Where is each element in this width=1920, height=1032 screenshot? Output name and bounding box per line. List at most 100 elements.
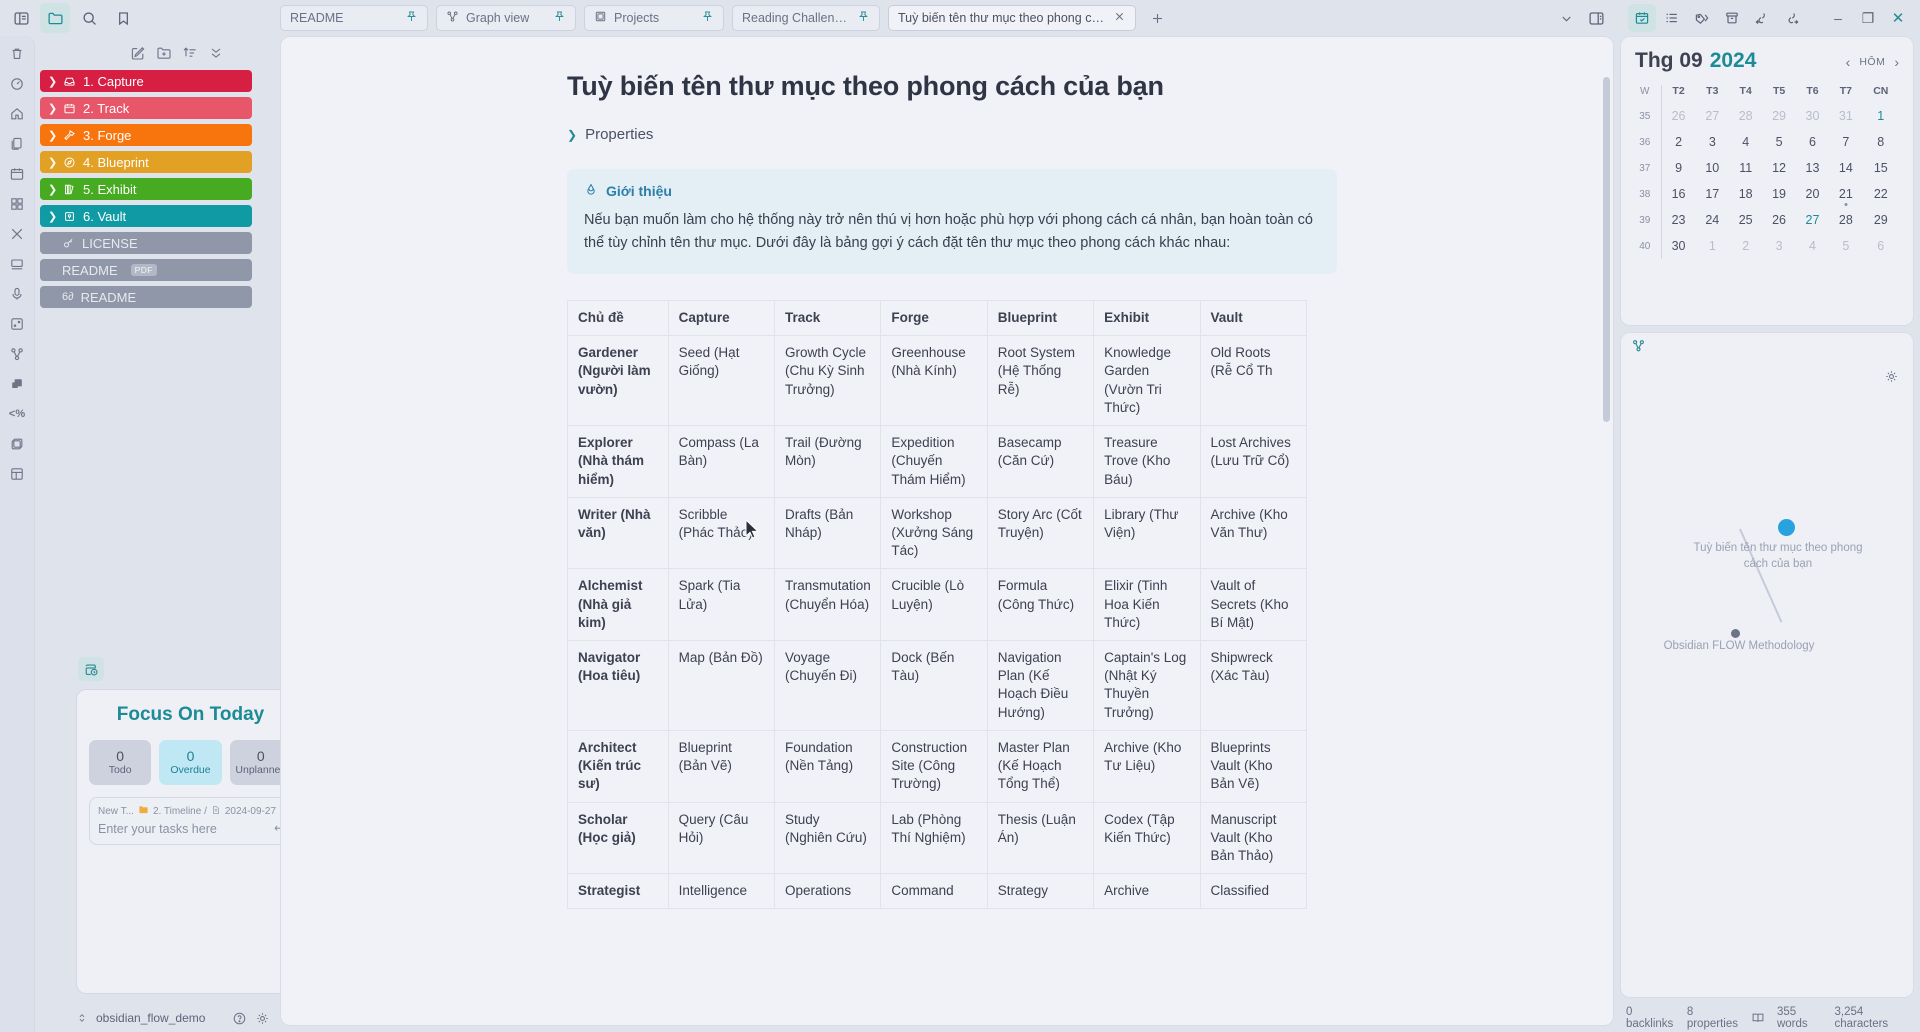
editor-scrollbar[interactable] (1603, 77, 1610, 422)
calendar-day[interactable]: 11 (1729, 155, 1762, 181)
calendar-day[interactable]: 10 (1696, 155, 1729, 181)
calendar-day[interactable]: 22 (1863, 181, 1899, 207)
calendar-day-selected[interactable]: 27 (1796, 207, 1829, 233)
pin-icon[interactable] (553, 10, 566, 26)
folder-exhibit[interactable]: ❯ 5. Exhibit (40, 178, 252, 200)
tab-reading-challenges[interactable]: Reading Challenges (732, 5, 880, 31)
layout-icon[interactable] (3, 460, 31, 488)
calendar-day[interactable]: 7 (1829, 129, 1862, 155)
backlinks-count[interactable]: 0 backlinks (1626, 1006, 1675, 1030)
graph-node-current[interactable] (1778, 519, 1795, 536)
calendar-day[interactable]: 18 (1729, 181, 1762, 207)
properties-toggle[interactable]: ❯ Properties (567, 126, 1337, 143)
calendar-day[interactable]: 19 (1762, 181, 1795, 207)
folder-track[interactable]: ❯ 2. Track (40, 97, 252, 119)
chevron-right-icon[interactable]: ❯ (48, 183, 57, 196)
vault-name[interactable]: obsidian_flow_demo (96, 1011, 224, 1025)
trash-icon[interactable] (3, 40, 31, 68)
calendar-day[interactable]: 9 (1661, 155, 1696, 181)
pin-icon[interactable] (857, 10, 870, 26)
calendar-day[interactable]: 3 (1762, 233, 1795, 259)
pin-icon[interactable] (405, 10, 418, 26)
calendar-day[interactable]: 8 (1863, 129, 1899, 155)
microphone-icon[interactable] (3, 280, 31, 308)
backlinks-icon[interactable] (1748, 4, 1776, 32)
pin-icon[interactable] (701, 10, 714, 26)
calendar-day[interactable]: 6 (1796, 129, 1829, 155)
tab-projects[interactable]: Projects (584, 5, 724, 31)
bookmark-icon[interactable] (108, 3, 138, 33)
vault-switcher-icon[interactable] (76, 1012, 88, 1024)
copy-files-icon[interactable] (3, 130, 31, 158)
today-calendar-icon[interactable] (78, 657, 104, 681)
layers-icon[interactable] (3, 370, 31, 398)
minimize-button[interactable]: – (1824, 4, 1852, 32)
outgoing-links-icon[interactable] (1778, 4, 1806, 32)
maximize-button[interactable]: ❐ (1854, 4, 1882, 32)
folder-capture[interactable]: ❯ 1. Capture (40, 70, 252, 92)
calendar-day[interactable]: 20 (1796, 181, 1829, 207)
chevron-right-icon[interactable]: ❯ (48, 102, 57, 115)
calendar-day-with-dot[interactable]: 21 (1829, 181, 1862, 207)
gauge-icon[interactable] (3, 70, 31, 98)
dashboard-icon[interactable] (3, 190, 31, 218)
chevron-down-icon[interactable] (1552, 4, 1580, 32)
calendar-day[interactable]: 28 (1829, 207, 1862, 233)
calendar-year[interactable]: 2024 (1710, 49, 1757, 73)
toggle-right-sidebar-icon[interactable] (1582, 4, 1610, 32)
calendar-day[interactable]: 5 (1829, 233, 1862, 259)
home-icon[interactable] (3, 100, 31, 128)
close-button[interactable]: ✕ (1884, 4, 1912, 32)
question-icon[interactable] (232, 1011, 247, 1026)
character-count[interactable]: 3,254 characters (1834, 1006, 1908, 1030)
collapse-all-icon[interactable] (208, 45, 224, 61)
calendar-month[interactable]: Thg 09 (1635, 49, 1703, 73)
calendar-day[interactable]: 4 (1796, 233, 1829, 259)
tab-readme[interactable]: README (280, 5, 428, 31)
close-icon[interactable] (1113, 10, 1126, 26)
file-license[interactable]: LICENSE (40, 232, 252, 254)
gear-icon[interactable] (255, 1011, 270, 1026)
calendar-icon[interactable] (1628, 4, 1656, 32)
calendar-day[interactable]: 14 (1829, 155, 1862, 181)
calendar-day[interactable]: 29 (1863, 207, 1899, 233)
calendar-day[interactable]: 30 (1661, 233, 1696, 259)
calendar-day[interactable]: 28 (1729, 103, 1762, 129)
folder-vault[interactable]: ❯ 6. Vault (40, 205, 252, 227)
outline-list-icon[interactable] (1658, 4, 1686, 32)
folder-blueprint[interactable]: ❯ 4. Blueprint (40, 151, 252, 173)
scatter-icon[interactable] (3, 310, 31, 338)
calendar-day[interactable]: 17 (1696, 181, 1729, 207)
chevron-left-icon[interactable]: ‹ (1846, 54, 1851, 70)
calendar-day[interactable]: 4 (1729, 129, 1762, 155)
week-number[interactable]: 37 (1635, 155, 1662, 181)
file-readme-pdf[interactable]: README PDF (40, 259, 252, 281)
counter-todo[interactable]: 0 Todo (89, 740, 152, 785)
week-number[interactable]: 35 (1635, 103, 1662, 129)
new-note-icon[interactable] (130, 45, 146, 61)
archive-icon[interactable] (1718, 4, 1746, 32)
calendar-day[interactable]: 2 (1729, 233, 1762, 259)
graph-node-linked[interactable] (1731, 629, 1740, 638)
chevron-right-icon[interactable]: ❯ (48, 156, 57, 169)
duplicate-icon[interactable] (3, 430, 31, 458)
week-number[interactable]: 40 (1635, 233, 1662, 259)
properties-count[interactable]: 8 properties (1687, 1006, 1739, 1030)
graph-ribbon-icon[interactable] (3, 340, 31, 368)
week-number[interactable]: 39 (1635, 207, 1662, 233)
calendar-day[interactable]: 30 (1796, 103, 1829, 129)
tags-icon[interactable] (1688, 4, 1716, 32)
calendar-day[interactable]: 31 (1829, 103, 1862, 129)
calendar-day[interactable]: 26 (1762, 207, 1795, 233)
search-icon[interactable] (74, 3, 104, 33)
task-entry-box[interactable]: New T... 2. Timeline / 2024-09-27 Enter … (89, 797, 292, 845)
calendar-day[interactable]: 1 (1696, 233, 1729, 259)
calendar-day[interactable]: 5 (1762, 129, 1795, 155)
chevron-right-icon[interactable]: ❯ (567, 128, 577, 142)
sort-icon[interactable] (182, 45, 198, 61)
week-number[interactable]: 38 (1635, 181, 1662, 207)
task-input[interactable]: Enter your tasks here (98, 822, 283, 836)
week-number[interactable]: 36 (1635, 129, 1662, 155)
calendar-day[interactable]: 15 (1863, 155, 1899, 181)
calendar-day[interactable]: 6 (1863, 233, 1899, 259)
